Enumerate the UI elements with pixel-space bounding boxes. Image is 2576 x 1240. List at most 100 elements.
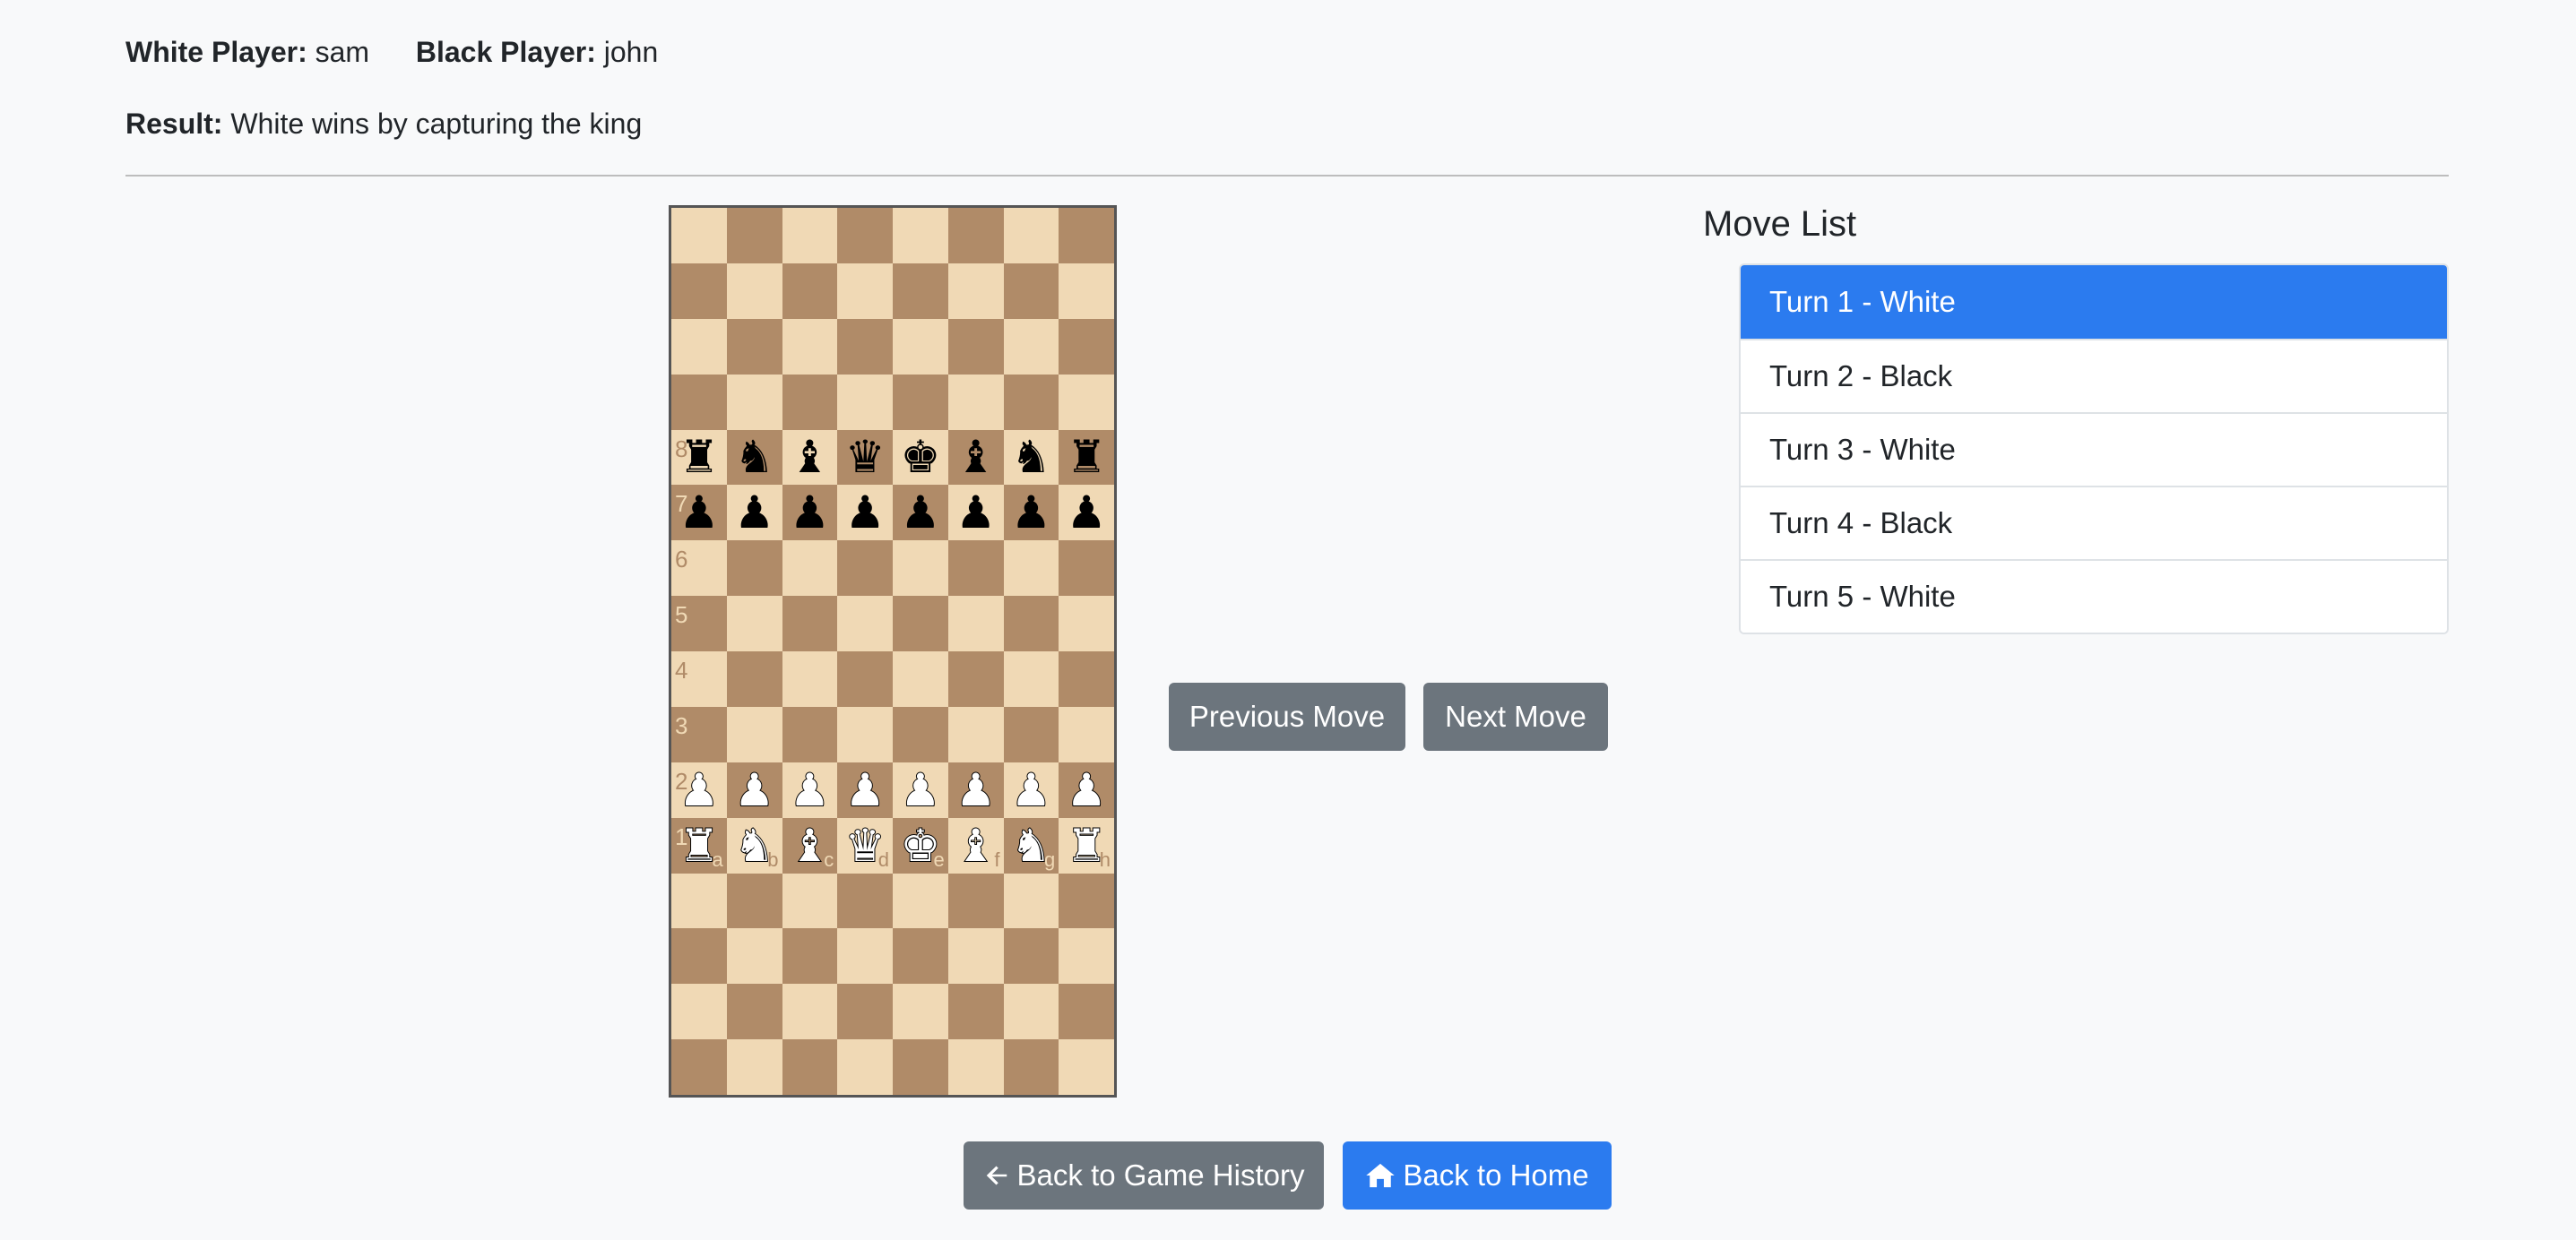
board-square[interactable] — [893, 374, 948, 430]
board-square[interactable] — [893, 540, 948, 597]
board-square[interactable] — [837, 540, 893, 597]
board-square[interactable] — [726, 540, 782, 597]
board-square[interactable] — [782, 208, 838, 263]
board-square[interactable] — [726, 1039, 782, 1095]
board-square[interactable] — [671, 318, 727, 375]
board-square[interactable] — [1059, 208, 1114, 263]
move-list-item[interactable]: Turn 5 - White — [1741, 559, 2447, 633]
white-pawn-icon[interactable]: ♟ — [899, 767, 941, 814]
board-square[interactable]: ♟ — [1059, 762, 1114, 818]
board-square[interactable] — [726, 318, 782, 375]
white-pawn-icon[interactable]: ♟ — [844, 767, 886, 814]
board-square[interactable] — [726, 374, 782, 430]
white-pawn-icon[interactable]: ♟ — [733, 767, 775, 814]
board-square[interactable]: ♜ — [1059, 429, 1114, 486]
board-square[interactable] — [782, 540, 838, 597]
black-pawn-icon[interactable]: ♟ — [955, 490, 996, 535]
board-square[interactable]: 7 ♟ — [671, 485, 727, 541]
board-square[interactable] — [1059, 318, 1114, 375]
white-bishop-icon[interactable]: ♝ — [955, 822, 997, 869]
board-square[interactable] — [1003, 928, 1059, 985]
board-square[interactable] — [837, 318, 893, 375]
board-square[interactable]: ♟ — [837, 762, 893, 818]
board-square[interactable]: ♟ — [947, 762, 1004, 818]
board-square[interactable] — [947, 263, 1004, 319]
board-square[interactable]: ♝ — [782, 429, 838, 486]
move-list-item[interactable]: Turn 2 - Black — [1741, 339, 2447, 412]
board-square[interactable] — [726, 928, 782, 985]
board-square[interactable]: ♟ — [837, 485, 893, 541]
move-list-item[interactable]: Turn 4 - Black — [1741, 486, 2447, 559]
board-square[interactable] — [1059, 540, 1114, 597]
board-square[interactable] — [893, 706, 948, 762]
board-square[interactable] — [837, 208, 893, 263]
move-list-item[interactable]: Turn 3 - White — [1741, 412, 2447, 486]
board-square[interactable] — [947, 208, 1004, 263]
black-bishop-icon[interactable]: ♝ — [790, 435, 830, 479]
board-square[interactable] — [1003, 318, 1059, 375]
black-queen-icon[interactable]: ♛ — [845, 435, 886, 479]
board-square[interactable] — [947, 540, 1004, 597]
board-square[interactable] — [837, 928, 893, 985]
black-pawn-icon[interactable]: ♟ — [734, 490, 774, 535]
previous-move-button[interactable]: Previous Move — [1169, 683, 1405, 751]
board-square[interactable] — [782, 318, 838, 375]
board-square[interactable]: ♟ — [1003, 485, 1059, 541]
board-square[interactable] — [837, 263, 893, 319]
board-square[interactable] — [837, 1039, 893, 1095]
board-square[interactable]: ♟ — [782, 762, 838, 818]
board-square[interactable] — [837, 596, 893, 651]
board-square[interactable] — [782, 873, 838, 929]
board-square[interactable] — [1059, 374, 1114, 430]
board-square[interactable]: ♜ h — [1059, 817, 1114, 874]
board-square[interactable] — [1059, 263, 1114, 319]
board-square[interactable] — [1003, 651, 1059, 707]
white-pawn-icon[interactable]: ♟ — [955, 767, 997, 814]
board-square[interactable] — [893, 651, 948, 707]
board-square[interactable] — [671, 984, 727, 1040]
board-square[interactable]: ♟ — [947, 485, 1004, 541]
board-square[interactable] — [1003, 374, 1059, 430]
board-square[interactable]: ♟ — [726, 485, 782, 541]
board-square[interactable] — [893, 873, 948, 929]
board-square[interactable] — [893, 596, 948, 651]
board-square[interactable]: ♚ e — [893, 817, 948, 874]
board-square[interactable] — [893, 208, 948, 263]
board-square[interactable] — [726, 596, 782, 651]
black-pawn-icon[interactable]: ♟ — [1067, 490, 1107, 535]
board-square[interactable] — [1059, 706, 1114, 762]
white-pawn-icon[interactable]: ♟ — [789, 767, 831, 814]
move-list-item[interactable]: Turn 1 - White — [1741, 265, 2447, 339]
board-square[interactable] — [947, 706, 1004, 762]
board-square[interactable] — [671, 928, 727, 985]
board-square[interactable]: ♞ g — [1003, 817, 1059, 874]
chess-board[interactable]: 8 ♜ ♞ ♝ ♛ ♚ ♝ ♞ ♜ 7 ♟ ♟ ♟ ♟ ♟ ♟ ♟ ♟ 6 5 4 3 2 ♟ ♟ ♟ ♟ ♟ ♟ ♟ ♟ 1 ♜ a ♞ b ♝ c ♛ d… — [669, 205, 1117, 1098]
board-square[interactable] — [893, 1039, 948, 1095]
board-square[interactable] — [1003, 540, 1059, 597]
board-square[interactable] — [1003, 706, 1059, 762]
board-square[interactable] — [837, 651, 893, 707]
black-pawn-icon[interactable]: ♟ — [790, 490, 830, 535]
board-square[interactable] — [947, 928, 1004, 985]
board-square[interactable] — [1059, 1039, 1114, 1095]
board-square[interactable]: 3 — [671, 706, 727, 762]
white-pawn-icon[interactable]: ♟ — [1010, 767, 1052, 814]
board-square[interactable] — [837, 374, 893, 430]
black-knight-icon[interactable]: ♞ — [1011, 435, 1051, 479]
board-square[interactable] — [1059, 928, 1114, 985]
board-square[interactable] — [837, 984, 893, 1040]
board-square[interactable] — [782, 1039, 838, 1095]
board-square[interactable]: 6 — [671, 540, 727, 597]
board-square[interactable] — [726, 651, 782, 707]
board-square[interactable] — [947, 374, 1004, 430]
board-square[interactable] — [1059, 984, 1114, 1040]
board-square[interactable] — [782, 596, 838, 651]
board-square[interactable]: ♛ — [837, 429, 893, 486]
black-bishop-icon[interactable]: ♝ — [955, 435, 996, 479]
board-square[interactable]: 4 — [671, 651, 727, 707]
board-square[interactable] — [726, 208, 782, 263]
board-square[interactable] — [1003, 596, 1059, 651]
board-square[interactable]: 5 — [671, 596, 727, 651]
black-rook-icon[interactable]: ♜ — [1067, 435, 1107, 479]
board-square[interactable] — [947, 651, 1004, 707]
